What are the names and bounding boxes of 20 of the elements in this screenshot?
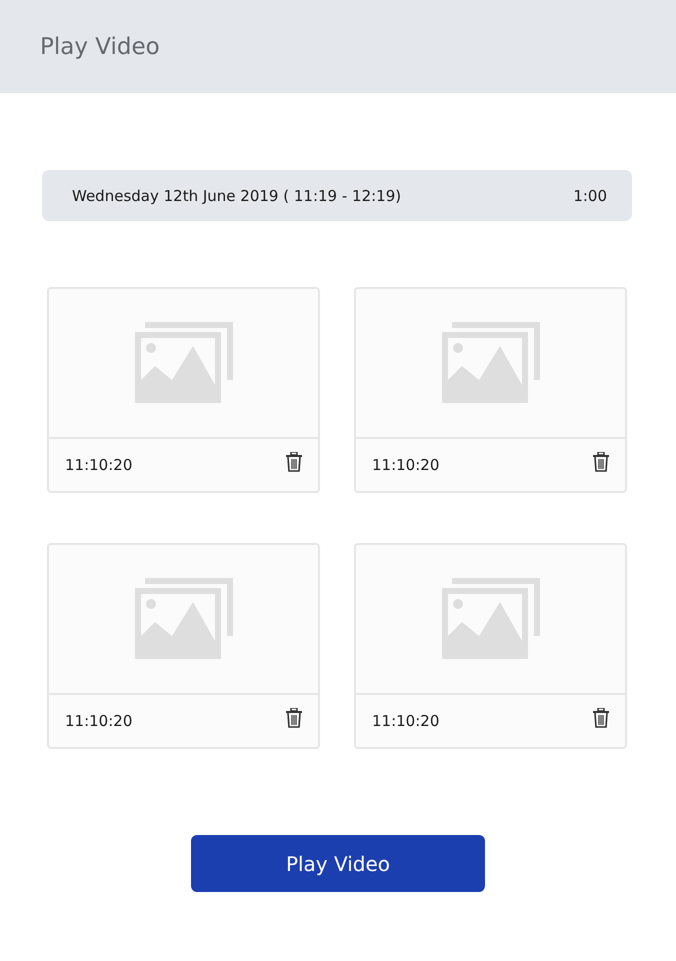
session-date: Wednesday 12th June 2019 ( 11:19 - 12:19) [72, 186, 402, 204]
clip-card[interactable]: 11:10:20 [354, 287, 627, 493]
clip-card[interactable]: 11:10:20 [354, 543, 627, 749]
clip-time: 11:10:20 [65, 456, 132, 474]
play-video-button[interactable]: Play Video [191, 835, 485, 892]
image-placeholder-icon [134, 322, 232, 404]
image-placeholder-icon [134, 578, 232, 660]
image-placeholder-icon [442, 578, 540, 660]
delete-icon[interactable] [286, 708, 302, 728]
clip-time: 11:10:20 [372, 712, 440, 730]
page-title: Play Video [40, 34, 160, 60]
clip-card[interactable]: 11:10:20 [47, 287, 320, 493]
clip-time: 11:10:20 [372, 456, 440, 474]
delete-icon[interactable] [286, 452, 302, 472]
delete-icon[interactable] [593, 708, 609, 728]
clip-card[interactable]: 11:10:20 [47, 543, 320, 749]
delete-icon[interactable] [593, 452, 609, 472]
session-duration: 1:00 [573, 186, 607, 204]
image-placeholder-icon [442, 322, 540, 404]
clip-time: 11:10:20 [65, 712, 132, 730]
